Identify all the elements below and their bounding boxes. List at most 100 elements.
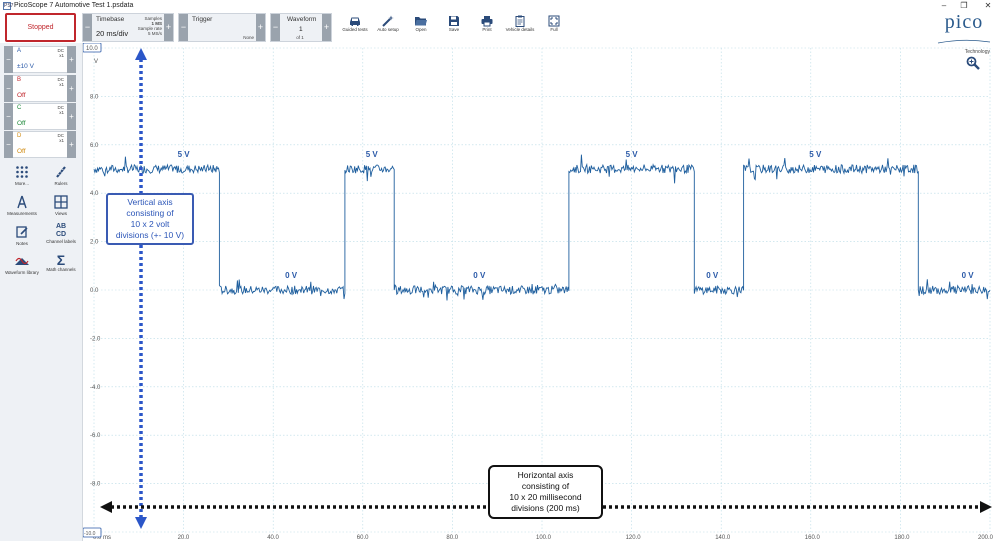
trigger-label: Trigger (192, 16, 213, 23)
x-tick-label: 140.0 (715, 535, 731, 541)
trigger-decrease-button[interactable]: − (179, 14, 188, 41)
print-button[interactable]: Print (470, 14, 504, 41)
vertical-axis-annotation: Vertical axis consisting of 10 x 2 volt … (106, 193, 194, 245)
views-label: Views (55, 211, 67, 216)
channel-labels-label: Channel labels (46, 239, 76, 244)
waveform-library-tool-button[interactable]: Waveform library (2, 254, 42, 275)
y-tick-label: 8.0 (90, 94, 99, 100)
measure-icon (17, 195, 27, 209)
channel-a-name: A (17, 48, 22, 54)
y-tick-label: 4.0 (90, 191, 99, 197)
notes-icon (16, 226, 28, 238)
y-top-label: 10.0 (86, 46, 98, 52)
channel-b-decrease-button[interactable]: − (4, 75, 13, 102)
logo-brand: pico (944, 11, 984, 33)
vertical-axis-arrow (135, 48, 147, 529)
window-title: PicoScope 7 Automotive Test 1.psdata (14, 2, 134, 9)
more-label: More... (14, 181, 29, 186)
channel-d-control[interactable]: − D Off DC x1 + (4, 131, 76, 158)
channel-d-decrease-button[interactable]: − (4, 131, 13, 158)
timebase-decrease-button[interactable]: − (83, 14, 92, 41)
open-label: Open (415, 27, 427, 32)
measurements-tool-button[interactable]: Measurements (2, 195, 42, 216)
scope-plot[interactable]: 8.0 6.0 4.0 2.0 0.0 -2.0 -4.0 -6.0 -8.0 0.0 ms 20… (82, 42, 1000, 541)
wand-icon (382, 15, 394, 27)
channel-a-control[interactable]: − A ±10 V DC x1 + (4, 46, 76, 73)
clipboard-icon (515, 15, 525, 27)
full-screen-button[interactable]: Full (537, 14, 571, 41)
channel-c-name: C (17, 105, 22, 111)
channel-c-range[interactable]: Off (17, 120, 26, 127)
save-button[interactable]: Save (437, 14, 471, 41)
toolbar: Stopped − Timebase 20 ms/div Samples 1 M… (0, 12, 1000, 43)
y-tick-label: -6.0 (90, 433, 101, 439)
level-label: 5 V (178, 150, 191, 159)
full-label: Full (550, 27, 558, 32)
x-tick-label: 20.0 (178, 535, 190, 541)
waveform-number[interactable]: 1 (299, 26, 303, 33)
measurements-label: Measurements (7, 211, 37, 216)
sigma-icon: Σ (56, 252, 66, 268)
sidebar: − A ±10 V DC x1 + − B Off DC x1 + − C Off … (0, 43, 83, 541)
channel-c-control[interactable]: − C Off DC x1 + (4, 103, 76, 130)
timebase-value[interactable]: 20 ms/div (96, 29, 128, 38)
vehicle-details-button[interactable]: Vehicle details (503, 14, 537, 41)
abcd-icon: AB CD (55, 223, 67, 238)
print-label: Print (482, 27, 492, 32)
app-window: PS7 PicoScope 7 Automotive Test 1.psdata… (0, 0, 1000, 541)
x-tick-label: 60.0 (357, 535, 369, 541)
channel-labels-tool-button[interactable]: AB CD Channel labels (41, 223, 81, 244)
guided-tests-button[interactable]: Guided tests (338, 14, 372, 41)
zoom-icon[interactable] (966, 56, 980, 70)
x-tick-label: 100.0 (536, 535, 552, 541)
level-label: 0 V (962, 271, 975, 280)
channel-b-range[interactable]: Off (17, 92, 26, 99)
y-tick-label: -4.0 (90, 385, 101, 391)
auto-setup-button[interactable]: Auto setup (371, 14, 405, 41)
waveform-previous-button[interactable]: − (271, 14, 280, 41)
level-label: 0 V (473, 271, 486, 280)
views-tool-button[interactable]: Views (41, 195, 81, 216)
channel-a-coupling: DC x1 (57, 48, 65, 58)
level-label: 5 V (626, 150, 639, 159)
channel-d-increase-button[interactable]: + (67, 131, 76, 158)
waveform-next-button[interactable]: + (322, 14, 331, 41)
rulers-tool-button[interactable]: Rulers (41, 165, 81, 186)
channel-c-decrease-button[interactable]: − (4, 103, 13, 130)
x-tick-label: 40.0 (267, 535, 279, 541)
more-tool-button[interactable]: More... (2, 165, 42, 186)
rulers-label: Rulers (54, 181, 68, 186)
channel-b-coupling: DC x1 (57, 77, 65, 87)
run-stop-button[interactable]: Stopped (5, 13, 76, 42)
x-tick-label: 200.0 (978, 535, 994, 541)
level-label: 0 V (706, 271, 719, 280)
sample-rate-value: 5 MS/s (147, 31, 162, 36)
math-channels-label: Math channels (46, 267, 76, 272)
channel-c-increase-button[interactable]: + (67, 103, 76, 130)
notes-label: Notes (16, 241, 28, 246)
x-tick-label: 180.0 (894, 535, 910, 541)
level-label: 5 V (809, 150, 822, 159)
channel-a-decrease-button[interactable]: − (4, 46, 13, 73)
timebase-increase-button[interactable]: + (164, 14, 173, 41)
channel-b-control[interactable]: − B Off DC x1 + (4, 75, 76, 102)
level-label: 0 V (285, 271, 298, 280)
channel-d-range[interactable]: Off (17, 148, 26, 155)
channel-b-increase-button[interactable]: + (67, 75, 76, 102)
guided-tests-label: Guided tests (342, 27, 368, 32)
views-grid-icon (54, 195, 68, 209)
open-button[interactable]: Open (404, 14, 438, 41)
trigger-increase-button[interactable]: + (256, 14, 265, 41)
math-channels-tool-button[interactable]: Σ Math channels (41, 253, 81, 272)
trigger-control: − Trigger None + (178, 13, 266, 42)
notes-tool-button[interactable]: Notes (2, 225, 42, 246)
channel-a-increase-button[interactable]: + (67, 46, 76, 73)
trigger-mode[interactable]: None (234, 35, 254, 40)
channel-a-range[interactable]: ±10 V (17, 63, 34, 70)
waveform-library-label: Waveform library (5, 270, 39, 275)
timebase-label: Timebase (96, 16, 125, 23)
save-icon (449, 16, 459, 26)
dots-grid-icon (16, 166, 28, 178)
waveform-label: Waveform (287, 16, 317, 23)
app-icon: PS7 (3, 2, 14, 10)
